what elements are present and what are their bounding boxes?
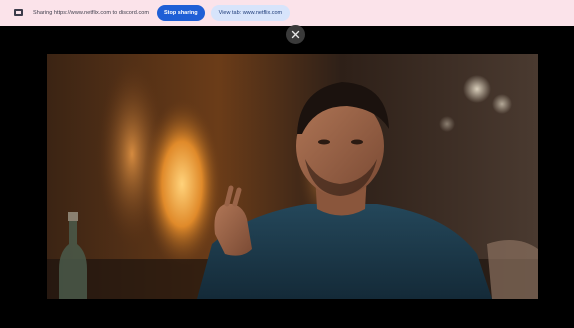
view-tab-button[interactable]: View tab: www.netflix.com [210,5,291,21]
close-icon [291,30,300,39]
close-button[interactable] [286,25,305,44]
video-player[interactable] [47,54,538,299]
screen-share-icon [13,8,23,18]
stop-sharing-button[interactable]: Stop sharing [157,5,205,21]
sharing-status-text: Sharing https://www.netflix.com to disco… [33,10,150,16]
video-frame-image [47,54,538,299]
screen-share-bar: Sharing https://www.netflix.com to disco… [0,0,574,26]
